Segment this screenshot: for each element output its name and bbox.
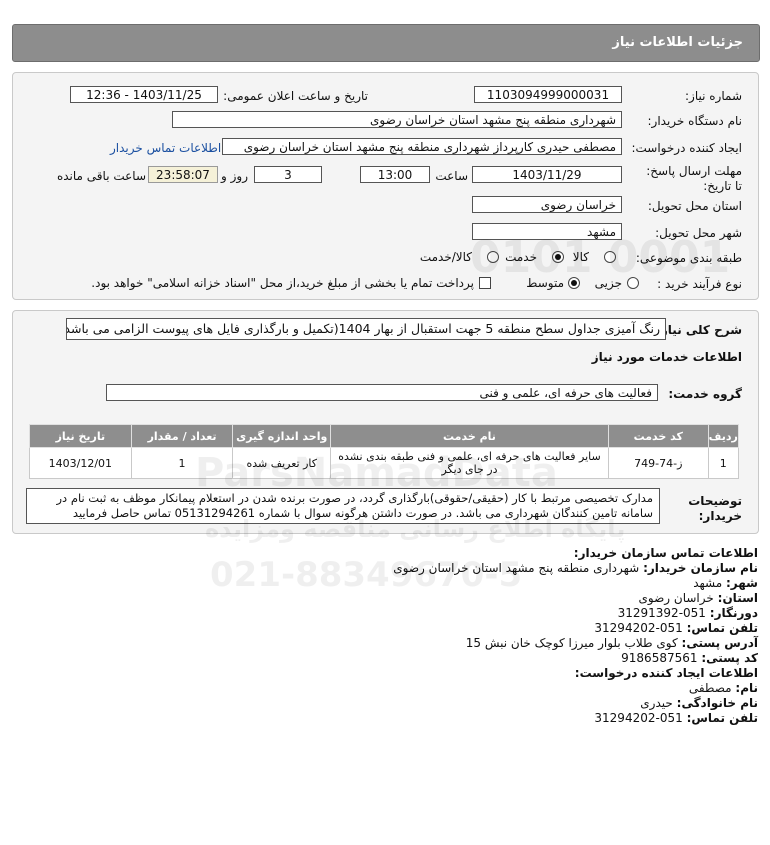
province-label: استان محل تحویل:: [647, 199, 742, 213]
deadline-time-label: ساعت: [435, 169, 468, 183]
announce-label: تاریخ و ساعت اعلان عمومی:: [223, 89, 368, 103]
days-label: روز و: [221, 169, 248, 183]
deadline-label: مهلت ارسال پاسخ: تا تاریخ:: [646, 164, 742, 193]
page-header: جزئیات اطلاعات نیاز: [12, 24, 760, 62]
province-field: خراسان رضوی: [472, 196, 622, 213]
org-postal: 9186587561: [621, 651, 698, 665]
category-option-service: خدمت: [505, 250, 537, 264]
creator-last-name-line: نام خانوادگی: حیدری: [640, 696, 758, 710]
col-need-date: تاریخ نیاز: [29, 424, 132, 448]
category-radio-service[interactable]: [552, 251, 564, 263]
cell-need-date: 1403/12/01: [29, 447, 132, 479]
category-option-goods: کالا: [572, 250, 589, 264]
org-city: مشهد: [693, 576, 723, 590]
service-group-label: گروه خدمت:: [668, 387, 742, 401]
org-province: خراسان رضوی: [638, 591, 714, 605]
creator-last-name: حیدری: [640, 696, 673, 710]
creator-field: مصطفی حیدری کارپرداز شهرداری منطقه پنج م…: [222, 138, 622, 155]
service-group-field: فعالیت های حرفه ای، علمی و فنی: [106, 384, 658, 401]
city-field: مشهد: [472, 223, 622, 240]
page-title: جزئیات اطلاعات نیاز: [612, 35, 743, 50]
buyer-notes-label: توضیحات خریدار:: [688, 494, 742, 523]
cell-service-name: سایر فعالیت های حرفه ای، علمی و فنی طبقه…: [330, 447, 609, 479]
cell-unit: کار تعریف شده: [232, 447, 332, 479]
need-number-field: 1103094999000031: [474, 86, 622, 103]
creator-contact-heading: اطلاعات ایجاد کننده درخواست:: [574, 666, 758, 680]
days-field: 3: [254, 166, 322, 183]
process-option-minor: جزیی: [594, 276, 622, 290]
org-address: کوی طلاب بلوار میرزا کوچک خان نبش 15: [465, 636, 678, 650]
process-radio-medium[interactable]: [568, 277, 580, 289]
org-phone-line: تلفن تماس: 051-31294202: [594, 621, 758, 635]
treasury-payment-text: پرداخت تمام یا بخشی از مبلغ خرید،از محل …: [91, 276, 474, 290]
treasury-payment-checkbox[interactable]: [479, 277, 491, 289]
services-heading: اطلاعات خدمات مورد نیاز: [591, 350, 742, 364]
buyer-notes-field: مدارک تخصیصی مرتبط با کار (حقیقی/حقوقی)ب…: [26, 488, 660, 524]
col-quantity: تعداد / مقدار: [130, 424, 234, 448]
summary-label: شرح کلی نیاز:: [656, 323, 742, 337]
announce-field: 1403/11/25 - 12:36: [70, 86, 218, 103]
deadline-date-field: 1403/11/29: [472, 166, 622, 183]
need-number-label: شماره نیاز:: [685, 89, 742, 103]
creator-phone: 051-31294202: [594, 711, 683, 725]
process-radio-minor[interactable]: [627, 277, 639, 289]
service-table-header: ردیف کد خدمت نام خدمت واحد اندازه گیری ت…: [29, 424, 740, 448]
org-fax: 051-31291392: [617, 606, 706, 620]
org-fax-line: دورنگار: 051-31291392: [617, 606, 758, 620]
buyer-label: نام دستگاه خریدار:: [647, 114, 743, 128]
category-radio-goods-service[interactable]: [487, 251, 499, 263]
org-contact-heading: اطلاعات تماس سازمان خریدار:: [573, 546, 758, 560]
table-row: 1 ز-74-749 سایر فعالیت های حرفه ای، علمی…: [29, 447, 740, 479]
org-city-line: شهر: مشهد: [693, 576, 758, 590]
creator-label: ایجاد کننده درخواست:: [631, 141, 742, 155]
buyer-contact-link[interactable]: اطلاعات تماس خریدار: [110, 141, 221, 155]
org-postal-line: کد پستی: 9186587561: [621, 651, 758, 665]
org-address-line: آدرس پستی: کوی طلاب بلوار میرزا کوچک خان…: [465, 636, 758, 650]
remaining-time-field: 23:58:07: [148, 166, 218, 183]
org-province-line: استان: خراسان رضوی: [638, 591, 758, 605]
org-phone: 051-31294202: [594, 621, 683, 635]
cell-row: 1: [707, 447, 740, 479]
creator-first-name-line: نام: مصطفی: [688, 681, 758, 695]
cell-service-code: ز-74-749: [607, 447, 709, 479]
summary-field: رنگ آمیزی جداول سطح منطقه 5 جهت استقبال …: [66, 318, 666, 340]
deadline-time-field: 13:00: [360, 166, 430, 183]
remaining-label: ساعت باقی مانده: [56, 169, 146, 183]
col-service-code: کد خدمت: [607, 424, 709, 448]
col-service-name: نام خدمت: [330, 424, 609, 448]
category-radio-goods[interactable]: [604, 251, 616, 263]
process-label: نوع فرآیند خرید :: [657, 277, 742, 291]
process-option-medium: متوسط: [526, 276, 564, 290]
category-label: طبقه بندی موضوعی:: [635, 251, 742, 265]
category-option-goods-service: کالا/خدمت: [419, 250, 472, 264]
city-label: شهر محل تحویل:: [655, 226, 742, 240]
buyer-field: شهرداری منطقه پنج مشهد استان خراسان رضوی: [172, 111, 622, 128]
col-unit: واحد اندازه گیری: [232, 424, 332, 448]
col-row: ردیف: [707, 424, 740, 448]
cell-quantity: 1: [130, 447, 234, 479]
org-name-line: نام سازمان خریدار: شهرداری منطقه پنج مشه…: [393, 561, 758, 575]
creator-phone-line: تلفن تماس: 051-31294202: [594, 711, 758, 725]
org-name: شهرداری منطقه پنج مشهد استان خراسان رضوی: [393, 561, 640, 575]
service-table: ردیف کد خدمت نام خدمت واحد اندازه گیری ت…: [29, 424, 740, 479]
creator-first-name: مصطفی: [688, 681, 732, 695]
